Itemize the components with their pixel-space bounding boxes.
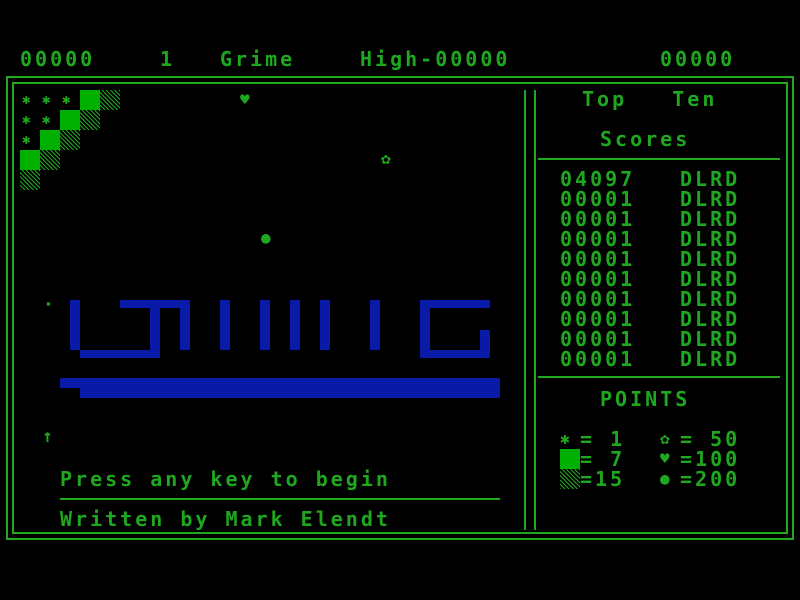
heart-icon: ♥ xyxy=(240,90,250,109)
solid-block-icon xyxy=(560,449,580,469)
dot-icon: ▪ xyxy=(46,299,51,308)
points-value: =15 xyxy=(580,467,626,491)
score-name: DLRD xyxy=(680,187,741,211)
dither-block xyxy=(40,150,60,170)
score-value: 00001 xyxy=(560,227,636,251)
cross-icon: ✱ xyxy=(560,429,570,448)
dither-block xyxy=(100,90,120,110)
prompt-separator xyxy=(60,498,500,500)
header-player: 1 xyxy=(160,47,176,71)
score-name: DLRD xyxy=(680,287,741,311)
points-value: =100 xyxy=(680,447,741,471)
dither-block xyxy=(80,110,100,130)
flower-icon: ✿ xyxy=(660,429,670,448)
divider-left xyxy=(524,90,526,530)
score-name: DLRD xyxy=(680,247,741,271)
score-value: 00001 xyxy=(560,347,636,371)
score-name: DLRD xyxy=(680,207,741,231)
score-name: DLRD xyxy=(680,347,741,371)
points-value: = 50 xyxy=(680,427,741,451)
solid-block xyxy=(20,150,40,170)
up-arrow-icon: ↑ xyxy=(42,426,53,447)
sidebar-separator xyxy=(538,158,780,160)
score-value: 00001 xyxy=(560,307,636,331)
dither-block-icon xyxy=(560,469,580,489)
author-credit: Written by Mark Elendt xyxy=(60,507,391,531)
high-score: High-00000 xyxy=(360,47,511,71)
points-value: = 1 xyxy=(580,427,626,451)
score-name: DLRD xyxy=(680,267,741,291)
cross-icon: ✱ xyxy=(22,92,31,108)
score-name: DLRD xyxy=(680,167,741,191)
score-value: 00001 xyxy=(560,207,636,231)
points-value: = 7 xyxy=(580,447,626,471)
blob-icon: ● xyxy=(660,469,670,488)
score-value: 00001 xyxy=(560,267,636,291)
cross-icon: ✱ xyxy=(22,112,31,128)
points-value: =200 xyxy=(680,467,741,491)
scores-title: Scores xyxy=(600,127,691,151)
game-title: Grime xyxy=(220,47,296,71)
blob-icon: ● xyxy=(261,228,271,247)
points-title: POINTS xyxy=(600,387,691,411)
score-value: 00001 xyxy=(560,327,636,351)
cross-icon: ✱ xyxy=(42,92,51,108)
top-ten-title: Top Ten xyxy=(582,87,718,111)
cross-icon: ✱ xyxy=(22,132,31,148)
header-score2: 00000 xyxy=(660,47,736,71)
score-name: DLRD xyxy=(680,327,741,351)
flower-icon: ✿ xyxy=(381,149,391,168)
divider-right xyxy=(534,90,536,530)
cross-icon: ✱ xyxy=(42,112,51,128)
heart-icon: ♥ xyxy=(660,449,670,468)
score-value: 00001 xyxy=(560,247,636,271)
points-separator xyxy=(538,376,780,378)
cross-icon: ✱ xyxy=(62,92,71,108)
header-score: 00000 xyxy=(20,47,96,71)
score-value: 00001 xyxy=(560,187,636,211)
score-name: DLRD xyxy=(680,307,741,331)
solid-block xyxy=(40,130,60,150)
score-name: DLRD xyxy=(680,227,741,251)
dither-block xyxy=(20,170,40,190)
dither-block xyxy=(60,130,80,150)
start-prompt: Press any key to begin xyxy=(60,467,391,491)
solid-block xyxy=(60,110,80,130)
score-value: 00001 xyxy=(560,287,636,311)
solid-block xyxy=(80,90,100,110)
score-value: 04097 xyxy=(560,167,636,191)
